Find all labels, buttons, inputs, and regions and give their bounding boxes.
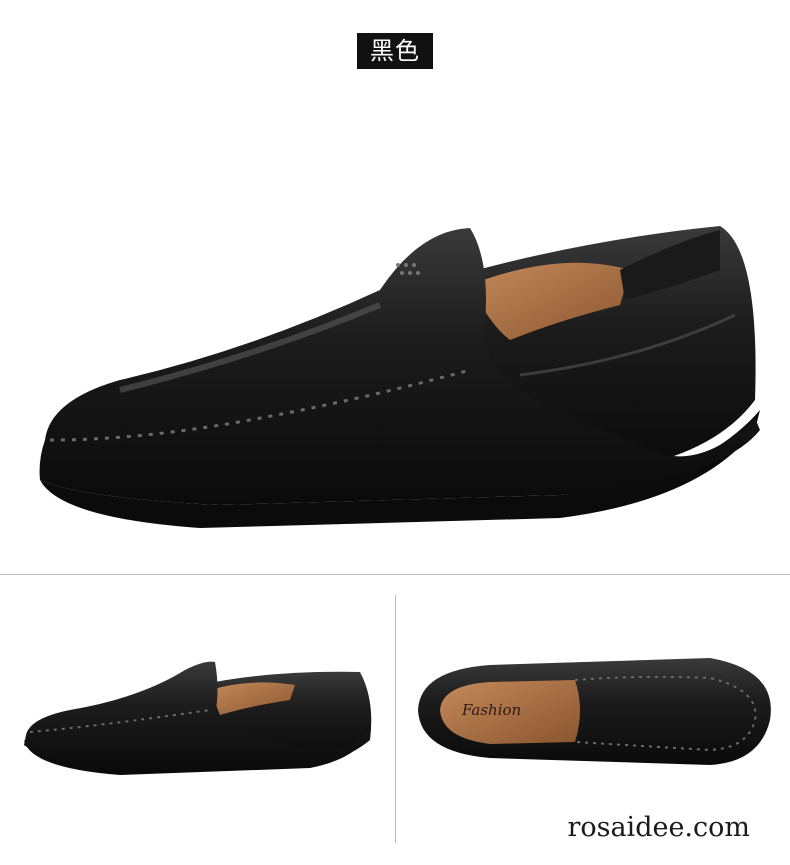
vertical-divider: [395, 595, 396, 843]
insole-brand-text: Fashion: [462, 701, 522, 719]
hero-shoe-image: [39, 226, 761, 528]
thumbnail-side-view: [24, 661, 372, 775]
watermark: rosaidee.com: [567, 812, 750, 843]
horizontal-divider: [0, 574, 790, 575]
color-label: 黑色: [357, 33, 433, 69]
